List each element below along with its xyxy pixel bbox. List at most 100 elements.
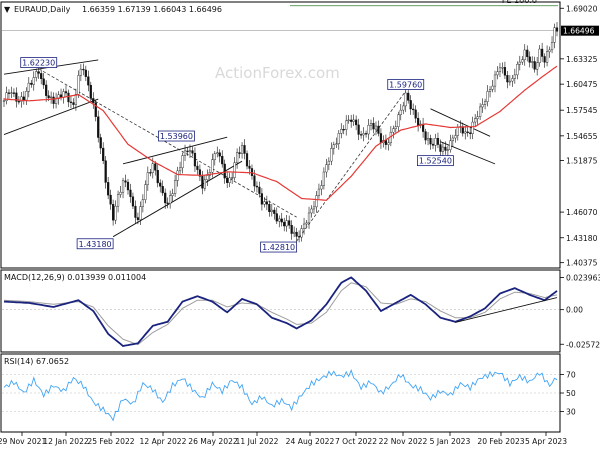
- candle-up: [213, 153, 216, 160]
- candle-down: [12, 92, 16, 94]
- candle-up: [479, 106, 482, 117]
- candle-up: [270, 209, 273, 213]
- candle-down: [64, 91, 68, 94]
- macd-tick-label: 0.023963: [566, 273, 600, 282]
- candle-up: [345, 120, 348, 130]
- candle-up: [181, 155, 184, 169]
- candle-up: [392, 128, 395, 133]
- x-tick-label: 5 Apr 2023: [525, 437, 567, 446]
- candle-down: [283, 221, 286, 227]
- x-tick-label: 26 May 2022: [188, 437, 238, 446]
- candle-up: [399, 109, 402, 116]
- candle-down: [22, 96, 25, 101]
- candle-up: [518, 61, 521, 65]
- price-title: EURAUD,Daily: [14, 5, 71, 14]
- candle-down: [359, 134, 363, 136]
- candle-down: [161, 186, 164, 194]
- candle-up: [27, 82, 30, 92]
- candle-up: [320, 185, 323, 190]
- price-axis: 1.69020 1.63325 1.60475 1.57545 1.54655 1.518…: [560, 4, 599, 268]
- candle-up: [317, 188, 321, 196]
- candle-up: [236, 152, 239, 163]
- candle-down: [30, 82, 33, 85]
- rsi-tick-label: 30: [566, 408, 576, 417]
- candle-up: [327, 160, 330, 165]
- candle-down: [384, 139, 387, 145]
- candle-down: [42, 78, 45, 86]
- candle-down: [196, 165, 199, 170]
- candle-up: [471, 121, 474, 134]
- candle-down: [417, 118, 420, 126]
- candle-down: [297, 236, 301, 238]
- candle-up: [312, 206, 316, 210]
- candle-down: [444, 146, 447, 151]
- candle-down: [238, 152, 241, 154]
- candle-up: [116, 194, 120, 207]
- candle-down: [280, 218, 283, 223]
- candle-up: [493, 74, 497, 87]
- menu-arrow-icon[interactable]: ▼: [4, 5, 11, 14]
- candle-up: [293, 231, 296, 234]
- candle-up: [50, 96, 53, 99]
- macd-tick-label: 0.00: [566, 306, 583, 315]
- candle-up: [302, 223, 306, 229]
- candle-down: [429, 138, 432, 145]
- candle-down: [37, 71, 40, 74]
- candle-down: [258, 186, 261, 194]
- candle-up: [206, 175, 209, 181]
- candle-up: [32, 77, 35, 85]
- price-tick-label: 1.40375: [566, 259, 598, 268]
- x-tick-label: 7 Oct 2022: [335, 437, 377, 446]
- candle-down: [89, 84, 92, 99]
- candle-up: [231, 177, 234, 179]
- ohlc-header: 1.66359 1.67139 1.66043 1.66496: [82, 5, 222, 14]
- candle-down: [92, 98, 95, 104]
- macd-title: MACD(12,26,9) 0.013939 0.011004: [4, 273, 146, 282]
- price-tick-label: 1.51875: [566, 157, 598, 166]
- candle-up: [77, 75, 80, 95]
- price-annotation: 1.43180: [79, 240, 112, 249]
- price-annotation: 1.53960: [160, 132, 193, 141]
- candle-down: [255, 185, 259, 188]
- candle-up: [240, 145, 244, 154]
- macd-tick-label: -0.025726: [566, 340, 600, 349]
- price-panel: [0, 1, 561, 269]
- candle-down: [67, 92, 70, 103]
- candle-down: [126, 181, 130, 191]
- candle-down: [260, 193, 264, 205]
- candle-down: [112, 204, 115, 221]
- candle-up: [508, 80, 511, 83]
- x-tick-label: 12 Apr 2022: [140, 437, 187, 446]
- price-tick-label: 1.69020: [566, 4, 598, 13]
- candle-down: [52, 96, 55, 104]
- candle-down: [409, 100, 412, 110]
- candle-down: [97, 116, 100, 138]
- candle-up: [387, 142, 390, 145]
- candle-down: [131, 196, 135, 207]
- candle-up: [481, 104, 484, 108]
- candle-down: [99, 137, 102, 149]
- candle-up: [176, 170, 179, 181]
- candle-up: [10, 92, 13, 94]
- candle-up: [2, 100, 6, 102]
- candle-up: [516, 64, 519, 76]
- candle-down: [156, 170, 159, 184]
- candle-down: [164, 192, 167, 204]
- candle-up: [183, 150, 187, 156]
- price-annotation: 1.59760: [389, 81, 422, 90]
- candle-up: [456, 126, 459, 136]
- x-tick-label: 29 Nov 2021: [0, 437, 46, 446]
- candle-down: [528, 56, 531, 63]
- candle-up: [451, 137, 454, 142]
- candle-up: [523, 49, 526, 60]
- candle-down: [248, 165, 251, 169]
- candle-down: [245, 153, 249, 167]
- candle-up: [228, 177, 231, 183]
- candle-up: [441, 146, 445, 152]
- candle-down: [243, 145, 246, 154]
- candle-down: [82, 68, 85, 71]
- candle-down: [201, 176, 204, 189]
- candle-up: [369, 123, 373, 126]
- rsi-tick-label: 70: [566, 371, 576, 380]
- candle-up: [278, 218, 281, 222]
